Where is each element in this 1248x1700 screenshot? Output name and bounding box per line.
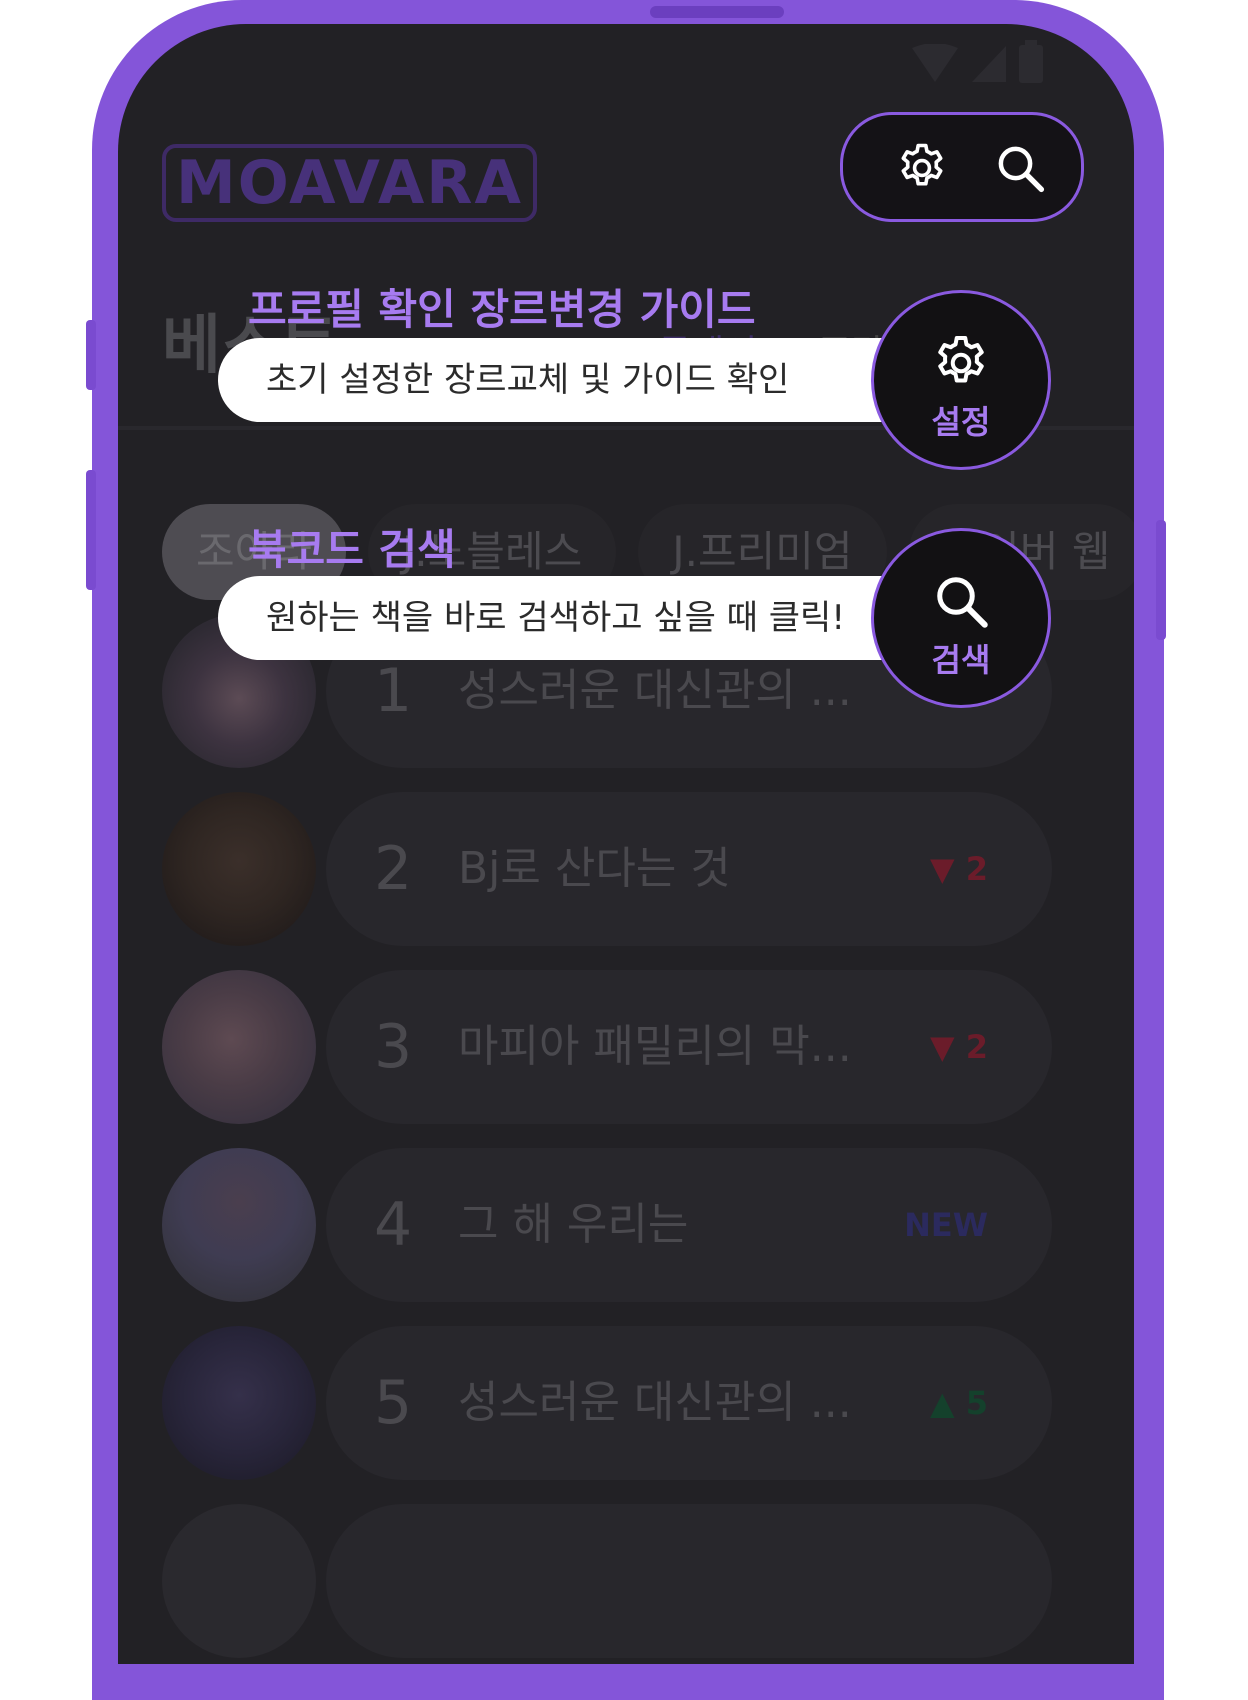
book-cover-thumbnail (162, 1504, 316, 1658)
settings-button[interactable]: 설정 (871, 290, 1051, 470)
ranking-item: 3 마피아 패밀리의 막... ▼ 2 (326, 970, 1052, 1124)
ranking-row[interactable]: 2 Bj로 산다는 것 ▼ 2 (162, 792, 1092, 952)
ranking-row[interactable]: 3 마피아 패밀리의 막... ▼ 2 (162, 970, 1092, 1130)
ranking-item: 2 Bj로 산다는 것 ▼ 2 (326, 792, 1052, 946)
book-cover-thumbnail (162, 1326, 316, 1480)
app-logo: MOAVARA (162, 144, 537, 222)
toolbar-icons-highlight (840, 112, 1084, 222)
ranking-row[interactable] (162, 1504, 1092, 1664)
search-guide-bubble: 원하는 책을 바로 검색하고 싶을 때 클릭! (218, 576, 938, 660)
volume-button (86, 320, 96, 390)
ranking-item (326, 1504, 1052, 1658)
side-button (86, 470, 96, 590)
book-title: Bj로 산다는 것 (458, 843, 731, 894)
ranking-item: 5 성스러운 대신관의 ... ▲ 5 (326, 1326, 1052, 1480)
search-button-label: 검색 (931, 641, 991, 679)
new-badge: NEW (904, 1206, 988, 1244)
ranking-row[interactable]: 4 그 해 우리는 NEW (162, 1148, 1092, 1308)
book-title: 그 해 우리는 (458, 1199, 689, 1250)
search-guide-title: 북코드 검색 (248, 525, 456, 574)
rank-change-badge: ▼ 2 (929, 1028, 988, 1066)
rank-change-badge: ▼ 2 (929, 850, 988, 888)
power-button (1156, 520, 1166, 640)
ranking-item: 4 그 해 우리는 NEW (326, 1148, 1052, 1302)
rank-change-badge: ▲ 5 (929, 1384, 988, 1422)
gear-icon[interactable] (895, 141, 949, 195)
rank-number: 2 (374, 834, 413, 904)
settings-button-label: 설정 (931, 403, 991, 441)
book-cover-thumbnail (162, 970, 316, 1124)
gear-icon (938, 336, 984, 383)
search-button[interactable]: 검색 (871, 528, 1051, 708)
app-screen-dimmed: MOAVARA 베스트 투데이 주간 조아라 J.노블레스 J.프리미엄 네이버… (118, 24, 1134, 1664)
settings-guide-description: 초기 설정한 장르교체 및 가이드 확인 (266, 360, 790, 400)
search-icon[interactable] (993, 141, 1047, 195)
settings-guide-bubble: 초기 설정한 장르교체 및 가이드 확인 (218, 338, 938, 422)
rank-number: 3 (374, 1012, 413, 1082)
rank-number: 4 (374, 1190, 413, 1260)
rank-number: 5 (374, 1368, 413, 1438)
search-guide-description: 원하는 책을 바로 검색하고 싶을 때 클릭! (266, 598, 845, 638)
book-title: 마피아 패밀리의 막... (458, 1021, 852, 1072)
settings-guide-title: 프로필 확인 장르변경 가이드 (248, 285, 756, 334)
phone-speaker (650, 6, 784, 18)
search-icon (937, 577, 988, 628)
phone-screen: MOAVARA 베스트 투데이 주간 조아라 J.노블레스 J.프리미엄 네이버… (118, 24, 1134, 1664)
ranking-row[interactable]: 5 성스러운 대신관의 ... ▲ 5 (162, 1326, 1092, 1486)
book-cover-thumbnail (162, 792, 316, 946)
book-cover-thumbnail (162, 1148, 316, 1302)
book-title: 성스러운 대신관의 ... (458, 1377, 852, 1428)
